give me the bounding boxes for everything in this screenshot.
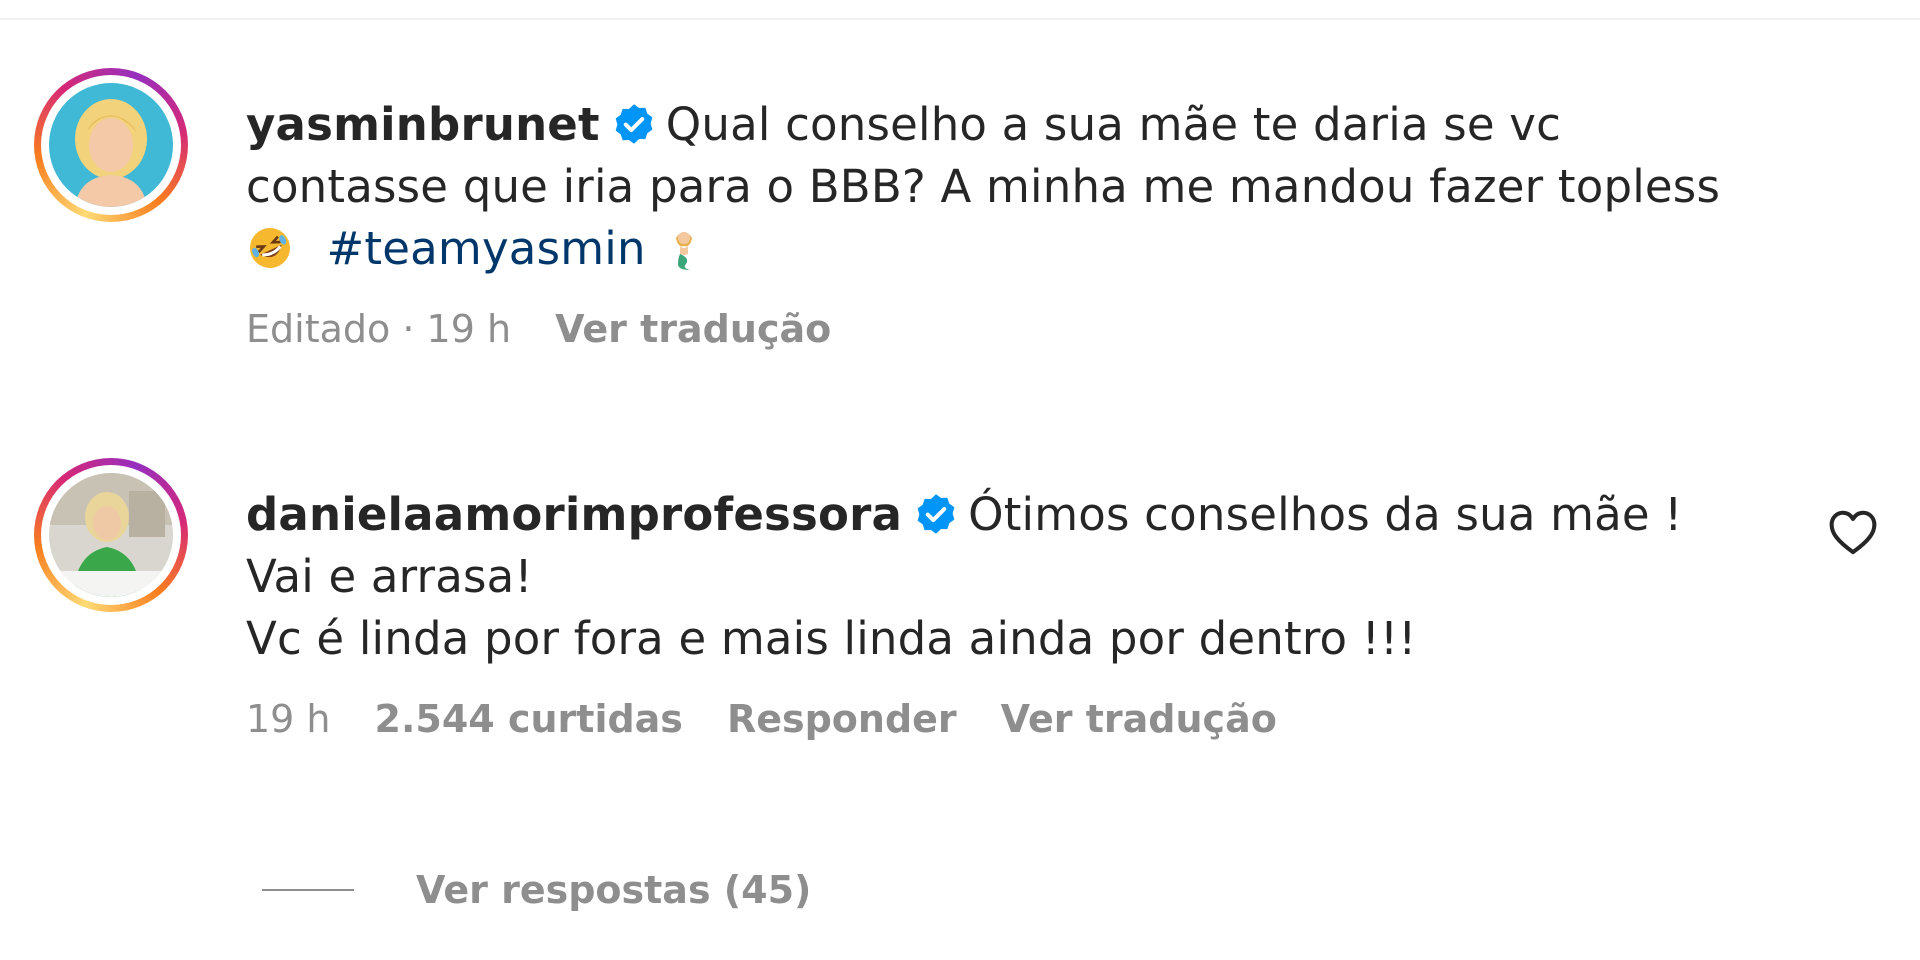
hashtag-link[interactable]: #teamyasmin xyxy=(327,222,646,275)
reply-button[interactable]: Responder xyxy=(727,697,957,741)
comment-text-line: Vai e arrasa! xyxy=(246,550,533,603)
meta-separator: · xyxy=(402,307,415,351)
comment-text: danielaamorimprofessora Ótimos conselhos … xyxy=(246,484,1806,670)
comment-text-line: Qual conselho a sua mãe te daria se vc xyxy=(665,98,1562,151)
comment-meta: 19 h 2.544 curtidas Responder Ver tradução xyxy=(246,694,1806,744)
verified-badge-icon xyxy=(917,494,955,534)
translate-button[interactable]: Ver tradução xyxy=(1001,697,1277,741)
comment-username[interactable]: yasminbrunet xyxy=(246,98,600,151)
comment-text: yasminbrunet Qual conselho a sua mãe te d… xyxy=(246,94,1806,280)
rolling-on-floor-laughing-icon xyxy=(250,228,290,268)
edited-label: Editado xyxy=(246,307,391,351)
comment-meta: Editado · 19 h Ver tradução xyxy=(246,304,1806,354)
avatar[interactable] xyxy=(49,83,173,207)
comments-page: yasminbrunet Qual conselho a sua mãe te d… xyxy=(0,0,1920,960)
verified-badge-icon xyxy=(615,104,653,144)
avatar[interactable] xyxy=(49,473,173,597)
top-divider xyxy=(0,18,1920,20)
comment-username[interactable]: danielaamorimprofessora xyxy=(246,488,902,541)
comment-body: danielaamorimprofessora Ótimos conselhos … xyxy=(246,484,1806,744)
likes-count[interactable]: 2.544 curtidas xyxy=(375,697,683,741)
view-replies-button[interactable]: Ver respostas (45) xyxy=(262,860,811,920)
mermaid-icon xyxy=(676,232,693,270)
heart-outline-icon[interactable] xyxy=(1826,506,1880,560)
view-replies-label[interactable]: Ver respostas (45) xyxy=(416,868,811,912)
comment-text-line: contasse que iria para o BBB? A minha me… xyxy=(246,160,1721,213)
translate-button[interactable]: Ver tradução xyxy=(555,307,831,351)
replies-divider xyxy=(262,889,354,891)
comment-body: yasminbrunet Qual conselho a sua mãe te d… xyxy=(246,94,1806,354)
comment-text-line: Vc é linda por fora e mais linda ainda p… xyxy=(246,612,1417,665)
comment-time[interactable]: 19 h xyxy=(427,307,512,351)
comment-time[interactable]: 19 h xyxy=(246,697,331,741)
avatar-story-ring[interactable] xyxy=(34,68,188,222)
avatar-story-ring[interactable] xyxy=(34,458,188,612)
comment-text-line: Ótimos conselhos da sua mãe ! xyxy=(968,488,1683,541)
